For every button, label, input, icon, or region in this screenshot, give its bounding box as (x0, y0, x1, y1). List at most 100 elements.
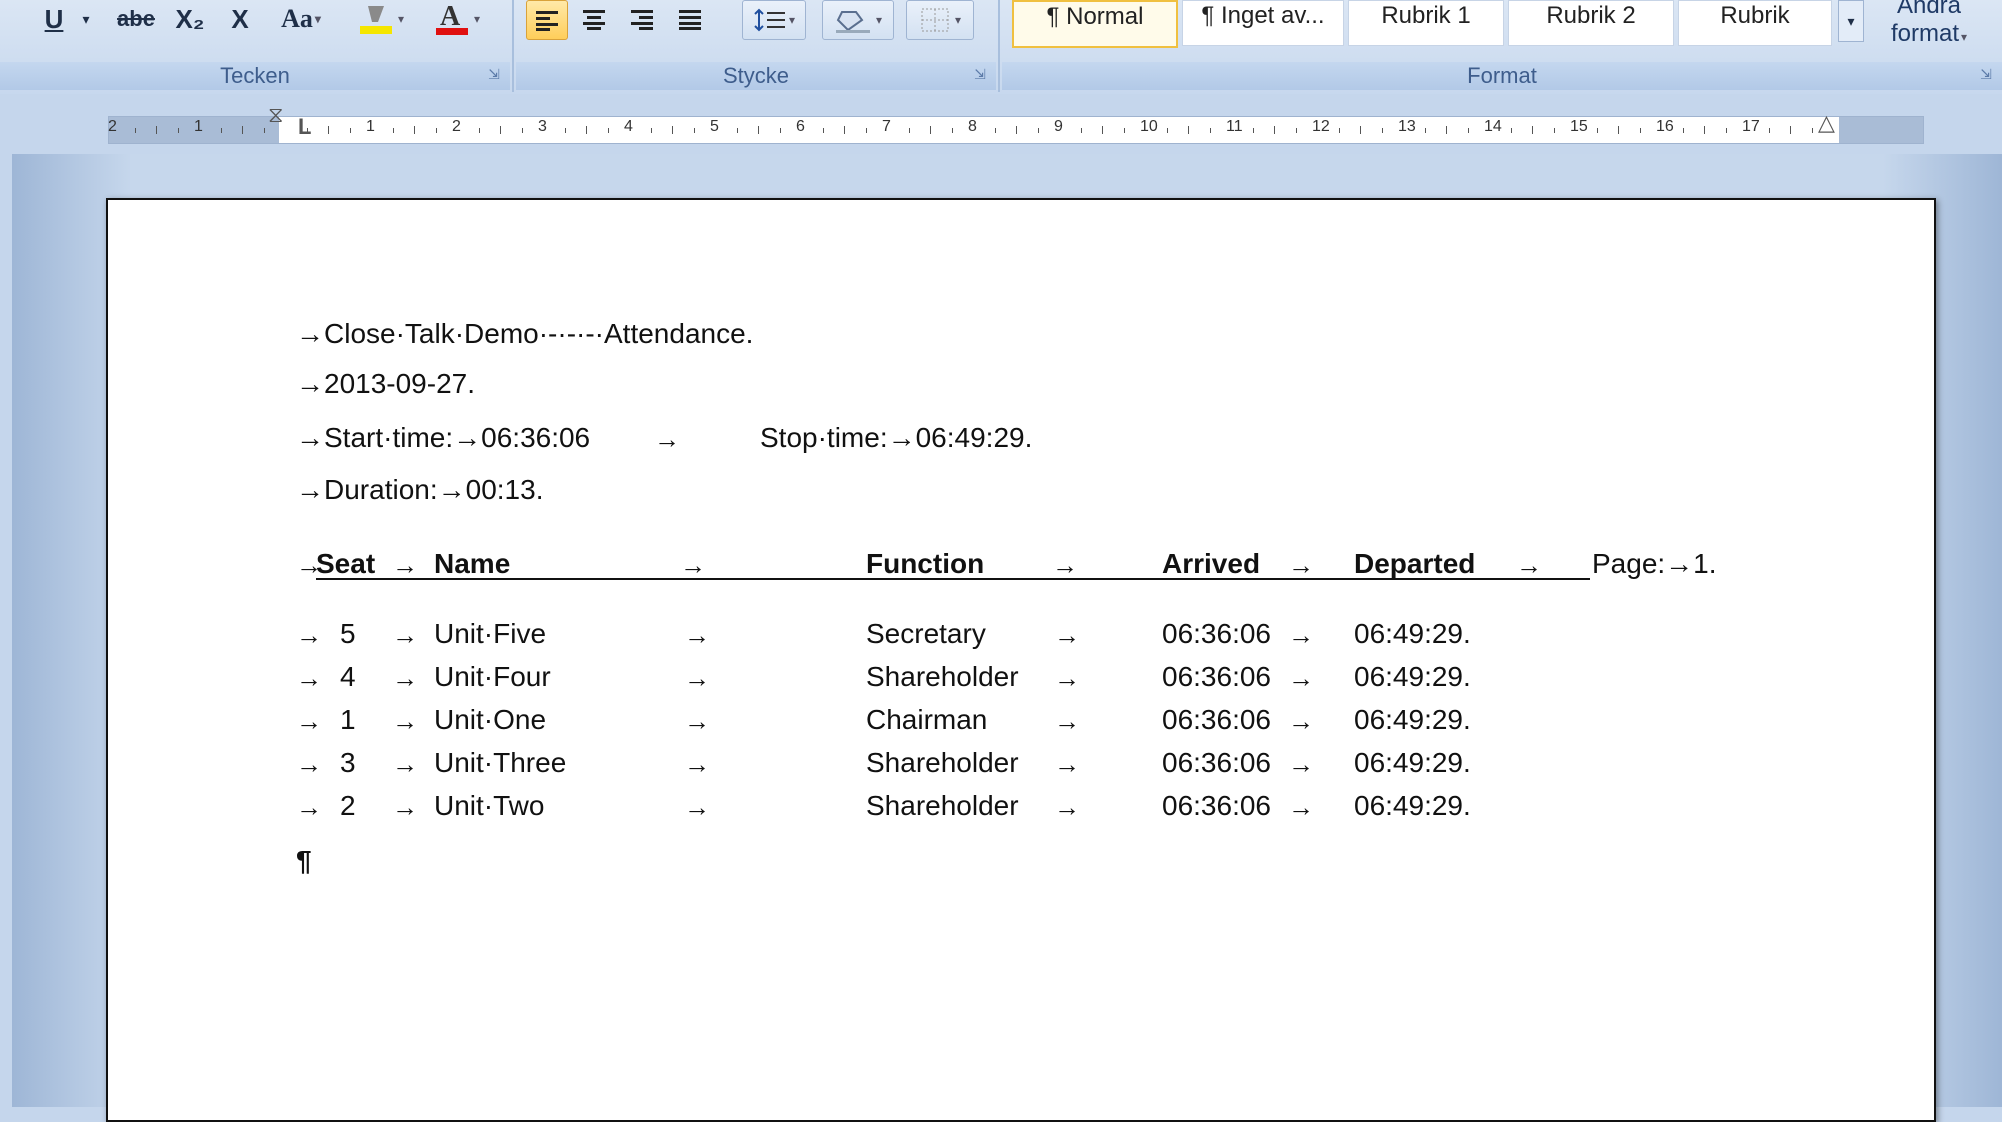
ruler-number: 1 (366, 118, 375, 135)
tab-mark: → (1054, 620, 1080, 650)
duration-value: 00:13. (465, 474, 544, 505)
cell-departed: 06:49:29. (1354, 790, 1471, 821)
cell-name: Unit·Two (434, 790, 545, 821)
cell-arrived: 06:36:06 (1162, 704, 1271, 735)
ruler-tick (1381, 128, 1383, 133)
styles-scroll-button[interactable]: ▾ (1838, 0, 1864, 42)
ruler-tick (951, 128, 953, 133)
tab-mark: → (392, 663, 418, 693)
ruler-tick (1274, 126, 1275, 134)
ruler-tick (1768, 128, 1770, 133)
tab-mark: → (1288, 749, 1314, 779)
header-arrived: Arrived (1162, 548, 1261, 579)
ruler-tick (908, 128, 910, 133)
cell-name: Unit·Three (434, 747, 567, 778)
underline-button[interactable]: U (36, 0, 72, 38)
ruler-tick (1209, 128, 1211, 133)
doc-date-line: →2013-09-27. (296, 368, 475, 400)
style-heading-2[interactable]: Rubrik 2 (1508, 0, 1674, 46)
ruler-tick (156, 126, 157, 134)
ribbon: U ▾ abe X₂ X Aa ▾ ▾ A ▾ Tecken ⇲ ▾ ▾ ▾ Sty (0, 0, 2002, 95)
subscript-button[interactable]: X₂ (170, 0, 210, 38)
ruler-tick (220, 128, 222, 133)
ruler-tick (1510, 128, 1512, 133)
align-center-icon (583, 10, 605, 30)
document-page[interactable]: →Close·Talk·Demo·-·-·-·Attendance. →2013… (106, 198, 1936, 1122)
ruler-tick (1790, 126, 1791, 134)
tab-mark: → (654, 424, 680, 454)
ruler-tick (1811, 128, 1813, 133)
paint-bucket-icon (835, 11, 870, 33)
ruler-number: 5 (710, 118, 719, 135)
horizontal-ruler[interactable]: 2 1 1 2 3 4 5 6 7 8 9 10 11 12 13 14 15 16 17 (108, 116, 1924, 144)
style-normal[interactable]: ¶ Normal (1012, 0, 1178, 48)
tab-mark: → (684, 792, 710, 822)
strikethrough-button[interactable]: abe (112, 0, 160, 38)
tab-mark: → (392, 749, 418, 779)
tab-mark: → (392, 550, 418, 580)
ruler-tick (607, 128, 609, 133)
tab-mark: → (1288, 706, 1314, 736)
underline-dropdown-icon[interactable]: ▾ (76, 0, 96, 38)
justify-button[interactable] (670, 0, 710, 38)
tab-mark: → (680, 550, 706, 580)
ruler-tick (1338, 128, 1340, 133)
ruler-tick (1596, 128, 1598, 133)
tab-stop-left-icon[interactable]: L (298, 114, 311, 140)
ruler-tick (242, 126, 243, 134)
svg-text:A: A (440, 1, 461, 32)
dialog-launcher-icon[interactable]: ⇲ (972, 66, 988, 82)
cell-seat: 3 (340, 747, 356, 778)
ruler-tick (564, 128, 566, 133)
change-styles-line2: format ▾ (1890, 20, 1968, 47)
shading-button[interactable]: ▾ (822, 0, 894, 40)
cell-name: Unit·Four (434, 661, 551, 692)
ruler-tick (865, 128, 867, 133)
ruler-tick (1102, 126, 1103, 134)
font-color-button[interactable]: A ▾ (424, 0, 488, 38)
document-workspace: →Close·Talk·Demo·-·-·-·Attendance. →2013… (12, 154, 2002, 1122)
duration-label: Duration: (324, 474, 438, 505)
align-right-button[interactable] (622, 0, 662, 38)
right-indent-icon[interactable]: △ (1818, 110, 1835, 136)
change-styles-button[interactable]: Ändra format ▾ (1874, 0, 1984, 51)
style-heading[interactable]: Rubrik (1678, 0, 1832, 46)
page-value: 1. (1693, 548, 1717, 579)
dialog-launcher-icon[interactable]: ⇲ (1978, 66, 1994, 82)
ruler-tick (1166, 128, 1168, 133)
paragraph-mark: ¶ (296, 845, 312, 876)
ruler-number: 2 (452, 118, 461, 135)
line-spacing-button[interactable]: ▾ (742, 0, 806, 40)
ruler-number: 6 (796, 118, 805, 135)
tab-mark: → (296, 474, 324, 505)
ruler-tick (1252, 128, 1254, 133)
tab-mark: → (1288, 792, 1314, 822)
cell-departed: 06:49:29. (1354, 747, 1471, 778)
ruler-tick (1295, 128, 1297, 133)
style-heading-1[interactable]: Rubrik 1 (1348, 0, 1504, 46)
borders-icon (921, 8, 949, 32)
dialog-launcher-icon[interactable]: ⇲ (486, 66, 502, 82)
ruler-number: 13 (1398, 118, 1416, 135)
cell-function: Chairman (866, 704, 988, 735)
ruler-tick (672, 126, 673, 134)
ruler-tick (1446, 126, 1447, 134)
borders-button[interactable]: ▾ (906, 0, 974, 40)
style-no-spacing[interactable]: ¶ Inget av... (1182, 0, 1344, 46)
cell-departed: 06:49:29. (1354, 618, 1471, 649)
tab-mark: → (684, 663, 710, 693)
first-line-indent-icon[interactable]: ⧖ (268, 102, 283, 128)
tab-mark: → (684, 620, 710, 650)
align-center-button[interactable] (574, 0, 614, 38)
superscript-button[interactable]: X (222, 0, 258, 38)
ruler-tick (435, 128, 437, 133)
ruler-tick (1360, 126, 1361, 134)
highlight-button[interactable]: ▾ (348, 0, 412, 38)
ruler-tick (1080, 128, 1082, 133)
ruler-tick (177, 128, 179, 133)
change-case-button[interactable]: Aa ▾ (274, 0, 328, 38)
align-left-button[interactable] (526, 0, 568, 40)
line-spacing-icon (754, 8, 785, 32)
tab-mark: → (296, 792, 322, 822)
ruler-tick (586, 126, 587, 134)
